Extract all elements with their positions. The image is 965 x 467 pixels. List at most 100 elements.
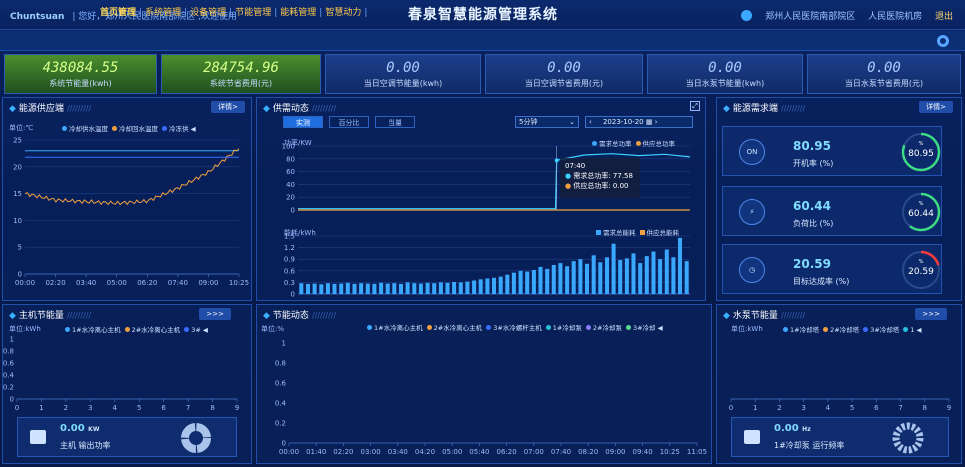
bar <box>678 237 682 294</box>
calendar-icon[interactable]: ▦ <box>646 118 653 126</box>
legend-item[interactable]: 冷却供水温度 <box>69 125 108 133</box>
details-button[interactable]: 详情> <box>211 101 245 113</box>
details-button[interactable]: 详情> <box>919 101 953 113</box>
legend-prev-icon[interactable]: ◀ <box>658 324 663 332</box>
header-right: 郑州人民医院南部院区 人民医院机房 退出 <box>731 9 953 22</box>
x-tick-label: 2 <box>64 404 68 412</box>
next-date-button[interactable]: › <box>655 118 658 126</box>
x-tick-label: 06:20 <box>137 279 157 287</box>
title-decoration: ///////// <box>780 104 806 113</box>
chart-legend: 1#水冷离心主机 2#水冷离心主机 3#水冷螺杆主机 1#冷却泵 2#冷却泵 3#冷却 ◀ <box>363 322 663 332</box>
more-button[interactable]: >>> <box>199 308 231 320</box>
y-tick-label: 0 <box>282 440 286 448</box>
bar <box>585 263 589 294</box>
bar <box>638 263 643 294</box>
y-tick-label: 25 <box>13 137 22 145</box>
nav-item-system[interactable]: 系统管理 <box>145 8 181 18</box>
bar <box>644 256 649 294</box>
kpi-value: 0.00 <box>708 60 742 76</box>
more-button[interactable]: >>> <box>915 308 947 320</box>
bar <box>571 261 576 294</box>
x-tick-label: 0 <box>729 404 733 412</box>
chart-legend: 冷却供水温度 冷却回水温度 冷冻供 ◀ <box>58 123 196 133</box>
bar <box>425 282 430 294</box>
progress-ring: % 80.95 <box>901 132 941 172</box>
nav-item-home[interactable]: 首页管理 <box>100 8 136 18</box>
expand-icon[interactable]: ⤢ <box>690 101 700 111</box>
bar <box>485 278 490 294</box>
tab-measured[interactable]: 实测 <box>283 116 323 128</box>
x-tick-label: 4 <box>113 404 118 412</box>
power-unit: KW <box>88 426 100 433</box>
bar <box>598 262 603 294</box>
title-decoration: ///////// <box>66 104 92 113</box>
site-name: 郑州人民医院南部院区 <box>765 12 856 22</box>
gear-icon[interactable] <box>937 35 949 47</box>
bar <box>651 251 656 294</box>
stat-label: 负荷比 (%) <box>793 219 834 228</box>
layers-icon: ◆ <box>723 104 730 114</box>
bar <box>558 263 563 294</box>
x-tick-label: 10:25 <box>660 448 680 456</box>
nav-item-device[interactable]: 设备管理 <box>190 8 226 18</box>
bar <box>412 283 417 294</box>
kpi-value: 284754.96 <box>203 60 279 76</box>
legend-item[interactable]: 3#冷却 <box>633 324 656 332</box>
x-tick-label: 07:00 <box>524 448 544 456</box>
bar <box>551 265 556 294</box>
legend-item[interactable]: 1#冷却泵 <box>553 324 582 332</box>
progress-ring: % 20.59 <box>901 250 941 290</box>
x-tick-label: 5 <box>850 404 854 412</box>
bar <box>312 283 317 294</box>
ring-value: 80.95 <box>908 149 934 159</box>
bar <box>525 271 530 294</box>
stat-value: 60.44 <box>793 199 831 213</box>
x-tick-label: 04:20 <box>415 448 435 456</box>
x-tick-label: 09:40 <box>633 448 653 456</box>
ring-percent-sign: % <box>919 259 924 265</box>
pump-frequency-box: 0.00 Hz 1#冷却泵 运行频率 <box>731 417 949 457</box>
bar <box>658 259 663 294</box>
y-tick-label: 60 <box>286 168 295 176</box>
panel-title-text: 水泵节能量 <box>732 311 778 321</box>
pump-saving-chart: 0 1 2 3 4 5 6 7 8 9 <box>729 398 951 412</box>
legend-item[interactable]: 1#水冷离心主机 <box>374 324 423 332</box>
user-icon[interactable] <box>741 10 753 21</box>
y-tick-label: 1 <box>282 340 286 348</box>
tab-percent[interactable]: 百分比 <box>329 116 369 128</box>
gauge-icon: ◷ <box>739 257 765 283</box>
stat-card-load-ratio: ⚡ 60.44 负荷比 (%) % 60.44 <box>722 186 942 236</box>
logout-link[interactable]: 退出 <box>935 12 953 22</box>
bar <box>385 283 390 294</box>
nav-item-power[interactable]: 智慧动力 <box>325 8 361 18</box>
legend-item[interactable]: 冷冻供 <box>169 125 189 133</box>
x-tick-label: 6 <box>874 404 879 412</box>
legend-item[interactable]: 3#水冷螺杆主机 <box>493 324 542 332</box>
x-tick-label: 6 <box>161 404 166 412</box>
legend-item[interactable]: 2#冷却泵 <box>593 324 622 332</box>
legend-item[interactable]: 冷却回水温度 <box>119 125 158 133</box>
saving-dynamic-chart: 1 0.8 0.6 0.4 0.2 000:00 01:40 02:20 03:00 03:40 0… <box>275 340 707 457</box>
prev-date-button[interactable]: ‹ <box>589 118 592 126</box>
interval-select[interactable]: 5分钟 ⌄ <box>515 116 579 128</box>
bar <box>505 274 510 294</box>
x-tick-label: 08:20 <box>578 448 598 456</box>
nav-item-saving[interactable]: 节能管理 <box>235 8 271 18</box>
bar <box>591 255 596 294</box>
nav-item-consumption[interactable]: 能耗管理 <box>280 8 316 18</box>
legend-prev-icon[interactable]: ◀ <box>191 125 196 133</box>
nav-menu: 首页管理 | 系统管理 | 设备管理 | 节能管理 | 能耗管理 | 智慧动力 | <box>100 8 368 18</box>
kpi-value: 0.00 <box>867 60 901 76</box>
legend-item[interactable]: 2#水冷离心主机 <box>434 324 483 332</box>
date-picker[interactable]: ‹ 2023-10-20 ▦ › <box>585 116 693 128</box>
tab-equivalent[interactable]: 当量 <box>375 116 415 128</box>
nav-bar <box>0 31 965 51</box>
bar <box>565 266 570 294</box>
bar <box>531 270 536 294</box>
layers-icon: ◆ <box>263 104 270 114</box>
host-saving-chart: 1 0.8 0.6 0.4 0.2 00 1 2 3 4 5 6 7 8 9 <box>3 336 239 413</box>
kpi-value: 438084.55 <box>42 60 119 76</box>
bar <box>498 276 503 294</box>
kpi-card: 0.00 当日空调节能量(kwh) <box>325 54 481 94</box>
title-decoration: ///////// <box>311 104 337 113</box>
